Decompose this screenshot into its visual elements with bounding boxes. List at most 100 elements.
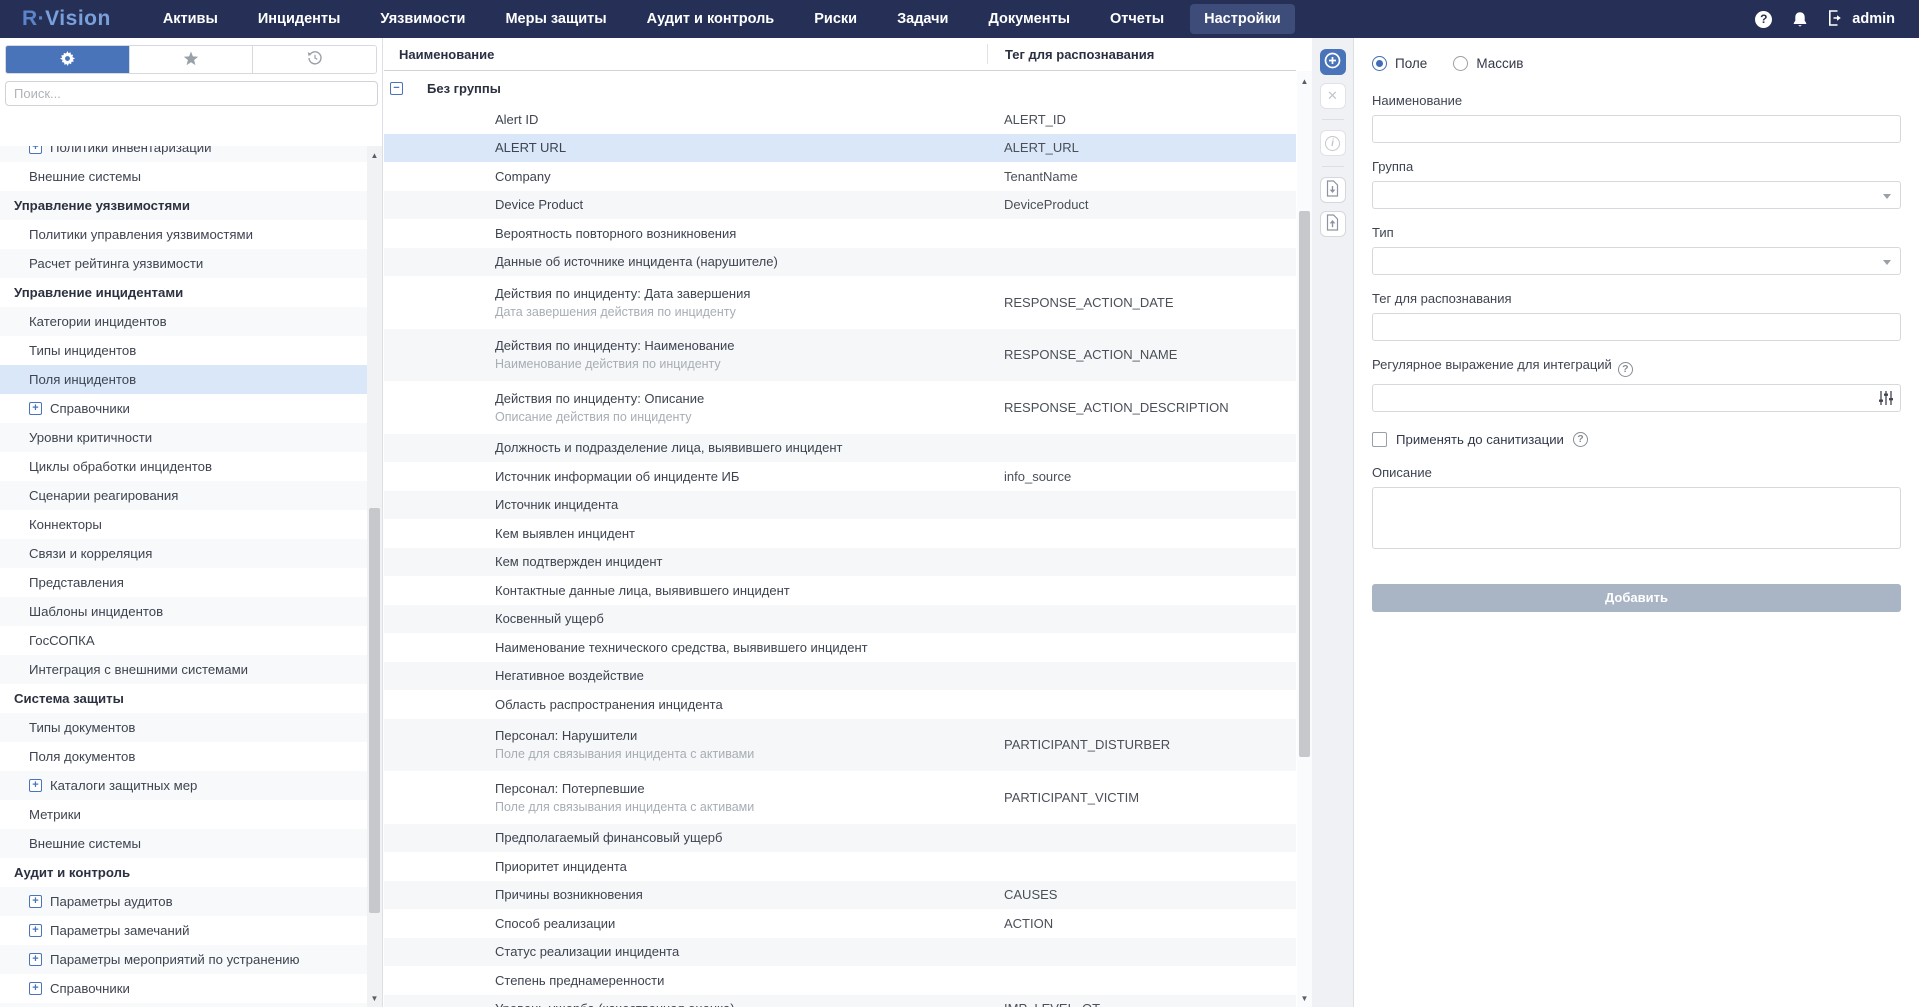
help-icon[interactable]: ? bbox=[1755, 11, 1772, 28]
app-logo[interactable]: R·Vision bbox=[22, 7, 111, 31]
tab-favorites[interactable] bbox=[130, 46, 254, 73]
sidebar-item-16[interactable]: Шаблоны инцидентов bbox=[0, 597, 367, 626]
table-row[interactable]: Источник инцидента bbox=[384, 491, 1296, 520]
table-row[interactable]: Причины возникновенияCAUSES bbox=[384, 881, 1296, 910]
sidebar-item-8[interactable]: Поля инцидентов bbox=[0, 365, 367, 394]
sidebar-item-18[interactable]: Интеграция с внешними системами bbox=[0, 655, 367, 684]
sanitize-checkbox[interactable] bbox=[1372, 432, 1387, 447]
sidebar-item-17[interactable]: ГосСОПКА bbox=[0, 626, 367, 655]
sidebar-item-1[interactable]: Внешние системы bbox=[0, 162, 367, 191]
tab-settings[interactable] bbox=[6, 46, 130, 73]
table-row[interactable]: Источник информации об инциденте ИБinfo_… bbox=[384, 462, 1296, 491]
table-row[interactable]: Должность и подразделение лица, выявивше… bbox=[384, 434, 1296, 463]
sidebar-item-20[interactable]: Типы документов bbox=[0, 713, 367, 742]
sidebar-item-10[interactable]: Уровни критичности bbox=[0, 423, 367, 452]
sidebar-item-30[interactable]: Требования bbox=[0, 1003, 367, 1007]
column-header-tag[interactable]: Тег для распознавания bbox=[987, 44, 1296, 64]
table-row[interactable]: Предполагаемый финансовый ущерб bbox=[384, 824, 1296, 853]
table-row[interactable]: Кем выявлен инцидент bbox=[384, 519, 1296, 548]
sidebar-item-2[interactable]: Управление уязвимостями bbox=[0, 191, 367, 220]
help-question-icon[interactable]: ? bbox=[1618, 362, 1633, 377]
table-row[interactable]: Действия по инциденту: ОписаниеОписание … bbox=[384, 381, 1296, 434]
type-select[interactable] bbox=[1372, 247, 1901, 275]
add-field-button[interactable] bbox=[1320, 49, 1346, 75]
nav-item-2[interactable]: Уязвимости bbox=[366, 4, 479, 34]
table-row[interactable]: Статус реализации инцидента bbox=[384, 938, 1296, 967]
sidebar-item-25[interactable]: Аудит и контроль bbox=[0, 858, 367, 887]
sidebar-item-14[interactable]: Связи и корреляция bbox=[0, 539, 367, 568]
help-question-icon[interactable]: ? bbox=[1573, 432, 1588, 447]
radio-option-field[interactable]: Поле bbox=[1372, 56, 1427, 71]
expand-icon[interactable]: + bbox=[29, 982, 42, 995]
table-row[interactable]: Наименование технического средства, выяв… bbox=[384, 633, 1296, 662]
sidebar-item-23[interactable]: Метрики bbox=[0, 800, 367, 829]
sidebar-item-19[interactable]: Система защиты bbox=[0, 684, 367, 713]
expand-icon[interactable]: + bbox=[29, 779, 42, 792]
table-row[interactable]: Способ реализацииACTION bbox=[384, 909, 1296, 938]
radio-selected-icon[interactable] bbox=[1372, 56, 1387, 71]
table-row[interactable]: Степень преднамеренности bbox=[384, 966, 1296, 995]
radio-unselected-icon[interactable] bbox=[1453, 56, 1468, 71]
sidebar-item-28[interactable]: +Параметры мероприятий по устранению bbox=[0, 945, 367, 974]
table-row[interactable]: Уровень ущерба (качественная оценка)IMP_… bbox=[384, 995, 1296, 1007]
export-button[interactable] bbox=[1320, 177, 1346, 203]
search-input[interactable] bbox=[5, 81, 378, 106]
sidebar-item-21[interactable]: Поля документов bbox=[0, 742, 367, 771]
regex-input[interactable] bbox=[1372, 384, 1901, 412]
sidebar-item-22[interactable]: +Каталоги защитных мер bbox=[0, 771, 367, 800]
nav-item-0[interactable]: Активы bbox=[149, 4, 232, 34]
sidebar-item-24[interactable]: Внешние системы bbox=[0, 829, 367, 858]
table-row[interactable]: Действия по инциденту: НаименованиеНаиме… bbox=[384, 329, 1296, 382]
nav-item-8[interactable]: Отчеты bbox=[1096, 4, 1178, 34]
delete-field-button[interactable]: ✕ bbox=[1320, 83, 1346, 109]
tab-history[interactable] bbox=[253, 46, 376, 73]
table-row[interactable]: Кем подтвержден инцидент bbox=[384, 548, 1296, 577]
nav-item-3[interactable]: Меры защиты bbox=[491, 4, 620, 34]
sidebar-item-27[interactable]: +Параметры замечаний bbox=[0, 916, 367, 945]
expand-icon[interactable]: + bbox=[29, 895, 42, 908]
table-row[interactable]: ALERT URLALERT_URL bbox=[384, 134, 1296, 163]
notifications-bell-icon[interactable] bbox=[1792, 11, 1808, 28]
user-menu[interactable]: admin bbox=[1828, 10, 1895, 29]
nav-item-5[interactable]: Риски bbox=[800, 4, 871, 34]
table-row[interactable]: Негативное воздействие bbox=[384, 662, 1296, 691]
table-row[interactable]: Device ProductDeviceProduct bbox=[384, 191, 1296, 220]
sidebar-item-29[interactable]: +Справочники bbox=[0, 974, 367, 1003]
collapse-icon[interactable]: − bbox=[390, 82, 403, 95]
nav-item-9[interactable]: Настройки bbox=[1190, 4, 1295, 34]
table-row[interactable]: Действия по инциденту: Дата завершенияДа… bbox=[384, 276, 1296, 329]
add-button[interactable]: Добавить bbox=[1372, 584, 1901, 612]
sidebar-item-7[interactable]: Типы инцидентов bbox=[0, 336, 367, 365]
table-row[interactable]: Персонал: НарушителиПоле для связывания … bbox=[384, 719, 1296, 772]
table-row[interactable]: Приоритет инцидента bbox=[384, 852, 1296, 881]
sidebar-item-11[interactable]: Циклы обработки инцидентов bbox=[0, 452, 367, 481]
info-button[interactable]: i bbox=[1320, 130, 1346, 156]
scroll-up-arrow[interactable]: ▲ bbox=[367, 149, 382, 161]
scrollbar-thumb[interactable] bbox=[1299, 211, 1310, 757]
nav-item-1[interactable]: Инциденты bbox=[244, 4, 355, 34]
table-row[interactable]: Контактные данные лица, выявившего инцид… bbox=[384, 576, 1296, 605]
logout-icon[interactable] bbox=[1828, 10, 1845, 29]
table-row[interactable]: CompanyTenantName bbox=[384, 162, 1296, 191]
sidebar-item-6[interactable]: Категории инцидентов bbox=[0, 307, 367, 336]
nav-item-7[interactable]: Документы bbox=[974, 4, 1084, 34]
sidebar-item-13[interactable]: Коннекторы bbox=[0, 510, 367, 539]
expand-icon[interactable]: + bbox=[29, 953, 42, 966]
tag-input[interactable] bbox=[1372, 313, 1901, 341]
sidebar-item-26[interactable]: +Параметры аудитов bbox=[0, 887, 367, 916]
sanitize-checkbox-row[interactable]: Применять до санитизации ? bbox=[1372, 432, 1901, 447]
sidebar-item-3[interactable]: Политики управления уязвимостями bbox=[0, 220, 367, 249]
sidebar-item-0[interactable]: +Политики инвентаризации bbox=[0, 146, 367, 162]
column-header-name[interactable]: Наименование bbox=[384, 47, 987, 62]
expand-icon[interactable]: + bbox=[29, 924, 42, 937]
table-row[interactable]: Вероятность повторного возникновения bbox=[384, 219, 1296, 248]
scroll-up-arrow[interactable]: ▲ bbox=[1297, 75, 1312, 87]
table-row[interactable]: Персонал: ПотерпевшиеПоле для связывания… bbox=[384, 771, 1296, 824]
table-row[interactable]: Область распространения инцидента bbox=[384, 690, 1296, 719]
table-row[interactable]: Данные об источнике инцидента (нарушител… bbox=[384, 248, 1296, 277]
scroll-down-arrow[interactable]: ▼ bbox=[1297, 992, 1312, 1004]
scroll-down-arrow[interactable]: ▼ bbox=[367, 992, 382, 1004]
table-row[interactable]: Alert IDALERT_ID bbox=[384, 105, 1296, 134]
nav-item-4[interactable]: Аудит и контроль bbox=[633, 4, 789, 34]
expand-icon[interactable]: + bbox=[29, 402, 42, 415]
